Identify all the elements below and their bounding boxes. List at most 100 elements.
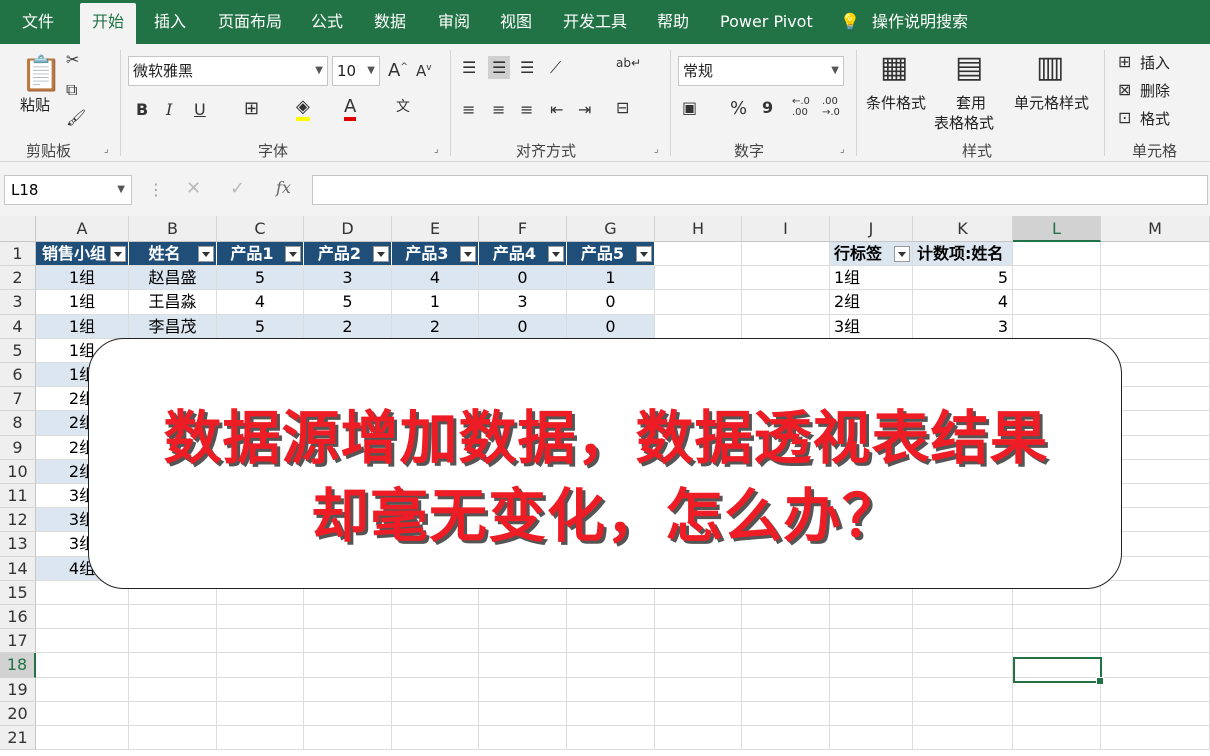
cell-m15[interactable] bbox=[1101, 580, 1210, 605]
paste-icon[interactable]: 📋 bbox=[20, 54, 62, 94]
formula-input[interactable] bbox=[312, 175, 1208, 205]
cell-styles-icon[interactable]: ▥ bbox=[1036, 50, 1064, 85]
cell-d18[interactable] bbox=[304, 653, 392, 678]
column-header-c[interactable]: C bbox=[217, 216, 304, 242]
row-header-6[interactable]: 6 bbox=[0, 363, 36, 388]
pivot-row-value[interactable]: 4 bbox=[913, 290, 1013, 315]
cell-m17[interactable] bbox=[1101, 629, 1210, 654]
row-header-1[interactable]: 1 bbox=[0, 242, 36, 267]
filter-dropdown-icon[interactable] bbox=[548, 246, 564, 262]
cell-l16[interactable] bbox=[1013, 605, 1101, 630]
cell-m21[interactable] bbox=[1101, 726, 1210, 751]
align-right-icon[interactable]: ≡ bbox=[520, 100, 533, 119]
table-header-cell[interactable]: 产品5 bbox=[567, 242, 655, 267]
table-cell[interactable]: 0 bbox=[567, 290, 655, 315]
cell-g21[interactable] bbox=[567, 726, 655, 751]
cell-b17[interactable] bbox=[129, 629, 217, 654]
cell-c17[interactable] bbox=[217, 629, 304, 654]
row-header-12[interactable]: 12 bbox=[0, 508, 36, 533]
cell-c21[interactable] bbox=[217, 726, 304, 751]
cell-g19[interactable] bbox=[567, 677, 655, 702]
row-header-16[interactable]: 16 bbox=[0, 605, 36, 630]
cell-i19[interactable] bbox=[742, 677, 830, 702]
conditional-format-button[interactable]: 条件格式 bbox=[866, 92, 926, 113]
table-cell[interactable]: 1组 bbox=[36, 314, 129, 339]
cancel-icon[interactable]: ✕ bbox=[186, 178, 201, 199]
cell-e20[interactable] bbox=[392, 701, 479, 726]
table-cell[interactable]: 李昌茂 bbox=[129, 314, 217, 339]
cell-d19[interactable] bbox=[304, 677, 392, 702]
row-header-14[interactable]: 14 bbox=[0, 556, 36, 581]
table-header-cell[interactable]: 姓名 bbox=[129, 242, 217, 267]
tab-review[interactable]: 审阅 bbox=[438, 0, 470, 44]
cell-a20[interactable] bbox=[36, 701, 129, 726]
table-cell[interactable]: 赵昌盛 bbox=[129, 266, 217, 291]
cell-h17[interactable] bbox=[655, 629, 742, 654]
cell-f16[interactable] bbox=[479, 605, 567, 630]
cell-f18[interactable] bbox=[479, 653, 567, 678]
table-cell[interactable]: 1组 bbox=[36, 266, 129, 291]
table-header-cell[interactable]: 销售小组 bbox=[36, 242, 129, 267]
row-header-21[interactable]: 21 bbox=[0, 726, 36, 751]
cell-l20[interactable] bbox=[1013, 701, 1101, 726]
format-as-table-icon[interactable]: ▤ bbox=[955, 50, 983, 85]
cell-g17[interactable] bbox=[567, 629, 655, 654]
cell-f17[interactable] bbox=[479, 629, 567, 654]
row-header-8[interactable]: 8 bbox=[0, 411, 36, 436]
table-cell[interactable]: 0 bbox=[479, 266, 567, 291]
cell-i21[interactable] bbox=[742, 726, 830, 751]
cell-b21[interactable] bbox=[129, 726, 217, 751]
table-cell[interactable]: 0 bbox=[567, 314, 655, 339]
cell-h1[interactable] bbox=[655, 242, 742, 267]
filter-dropdown-icon[interactable] bbox=[110, 246, 126, 262]
cell-e17[interactable] bbox=[392, 629, 479, 654]
column-header-d[interactable]: D bbox=[304, 216, 392, 242]
font-color-icon[interactable]: A bbox=[344, 96, 357, 121]
align-middle-icon[interactable]: ☰ bbox=[488, 56, 511, 79]
cell-l17[interactable] bbox=[1013, 629, 1101, 654]
grow-font-icon[interactable]: A^ bbox=[388, 60, 408, 81]
cell-l4[interactable] bbox=[1013, 314, 1101, 339]
column-header-a[interactable]: A bbox=[36, 216, 129, 242]
tab-insert[interactable]: 插入 bbox=[154, 0, 186, 44]
more-options-icon[interactable]: ⋮ bbox=[148, 180, 164, 199]
column-header-j[interactable]: J bbox=[830, 216, 913, 242]
cell-h21[interactable] bbox=[655, 726, 742, 751]
orientation-icon[interactable]: ⟋ bbox=[550, 58, 561, 78]
cell-m19[interactable] bbox=[1101, 677, 1210, 702]
row-header-11[interactable]: 11 bbox=[0, 484, 36, 509]
column-header-h[interactable]: H bbox=[655, 216, 742, 242]
cell-a19[interactable] bbox=[36, 677, 129, 702]
cell-m16[interactable] bbox=[1101, 605, 1210, 630]
cell-e19[interactable] bbox=[392, 677, 479, 702]
number-format-dropdown[interactable]: 常规 ▼ bbox=[678, 56, 844, 86]
cut-icon[interactable]: ✂ bbox=[66, 50, 79, 69]
row-header-7[interactable]: 7 bbox=[0, 387, 36, 412]
cell-l1[interactable] bbox=[1013, 242, 1101, 267]
cell-k21[interactable] bbox=[913, 726, 1013, 751]
cell-styles-button[interactable]: 单元格样式 bbox=[1014, 92, 1089, 113]
font-name-dropdown[interactable]: 微软雅黑 ▼ bbox=[128, 56, 328, 86]
cell-d16[interactable] bbox=[304, 605, 392, 630]
paste-button[interactable]: 粘贴 bbox=[20, 94, 50, 115]
row-header-20[interactable]: 20 bbox=[0, 701, 36, 726]
table-cell[interactable]: 5 bbox=[304, 290, 392, 315]
cell-c18[interactable] bbox=[217, 653, 304, 678]
table-cell[interactable]: 王昌淼 bbox=[129, 290, 217, 315]
table-cell[interactable]: 5 bbox=[217, 266, 304, 291]
decrease-indent-icon[interactable]: ⇤ bbox=[550, 100, 563, 119]
pivot-row-label[interactable]: 1组 bbox=[830, 266, 913, 291]
italic-button[interactable]: I bbox=[166, 100, 172, 119]
cell-h16[interactable] bbox=[655, 605, 742, 630]
row-header-19[interactable]: 19 bbox=[0, 677, 36, 702]
align-top-icon[interactable]: ☰ bbox=[462, 58, 476, 77]
delete-cells-icon[interactable]: ⊠ bbox=[1118, 80, 1131, 99]
cell-h19[interactable] bbox=[655, 677, 742, 702]
format-as-table-button[interactable]: 表格格式 bbox=[934, 112, 994, 133]
filter-dropdown-icon[interactable] bbox=[285, 246, 301, 262]
pivot-header-label[interactable]: 行标签 bbox=[830, 242, 913, 267]
underline-button[interactable]: U bbox=[194, 100, 206, 119]
row-header-5[interactable]: 5 bbox=[0, 338, 36, 363]
font-size-dropdown[interactable]: 10 ▼ bbox=[332, 56, 380, 86]
cell-b20[interactable] bbox=[129, 701, 217, 726]
